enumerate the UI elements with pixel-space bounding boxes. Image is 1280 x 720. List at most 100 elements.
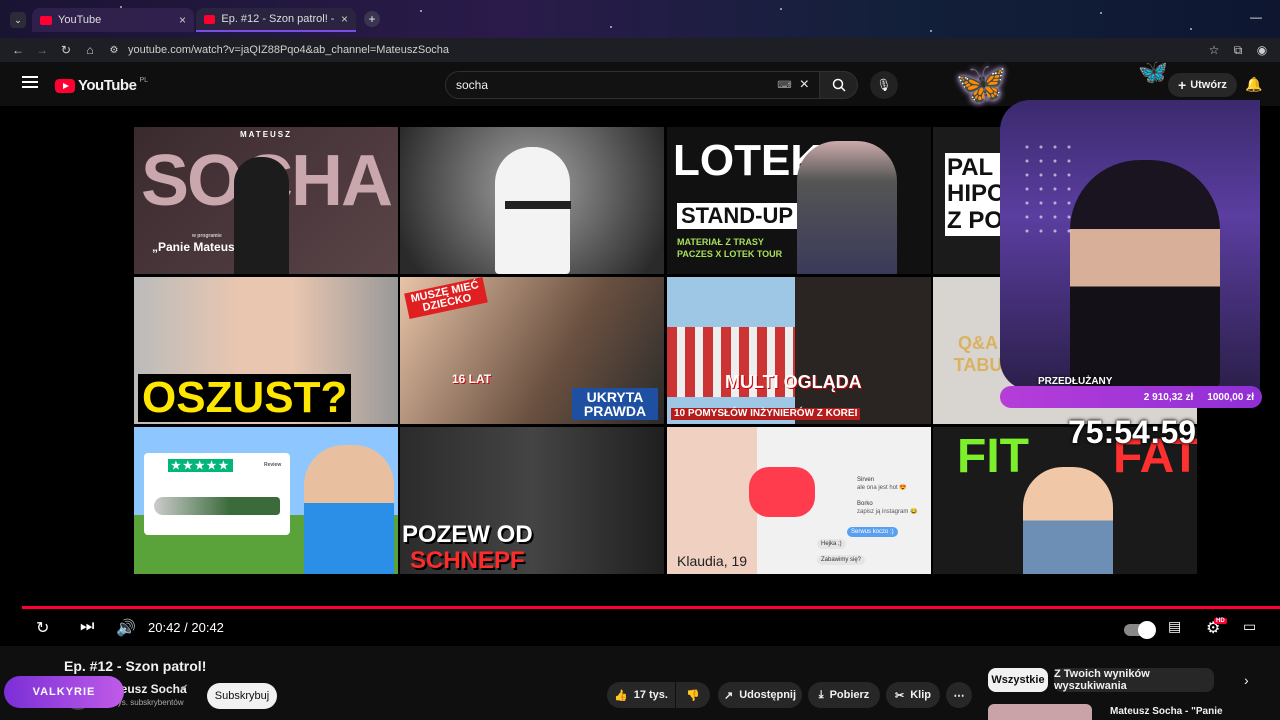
youtube-play-icon [55, 78, 75, 93]
share-label: Udostępnij [739, 689, 797, 701]
hd-badge: HD [1214, 618, 1227, 624]
thumb-small-text: Review [264, 462, 282, 468]
subathon-timer: 75:54:59 [1068, 414, 1197, 450]
thumb-sub-text: 10 POMYSŁÓW INŻYNIERÓW Z KOREI [671, 408, 861, 420]
endscreen-thumb-7[interactable]: MULTI OGLĄDA 10 POMYSŁÓW INŻYNIERÓW Z KO… [667, 277, 931, 424]
thumb-big-text: MULTI OGLĄDA [725, 372, 862, 392]
dislike-button[interactable]: 👎 [676, 682, 710, 708]
player-controls: ↻ ⏭ 🔊 20:42 / 20:42 ▤ ⚙ HD ▭ [0, 612, 1280, 646]
replay-icon[interactable]: ↻ [36, 618, 49, 638]
subtitles-icon[interactable]: ▤ [1168, 618, 1181, 635]
home-icon[interactable]: ⌂ [78, 43, 102, 57]
profile-icon[interactable]: ◉ [1250, 43, 1274, 57]
like-icon: 👍 [614, 689, 628, 702]
chip-all[interactable]: Wszystkie [988, 668, 1048, 692]
led-lights [1020, 140, 1080, 240]
search-button[interactable] [820, 71, 858, 99]
minimize-icon[interactable]: — [1250, 10, 1262, 24]
thumb-sub-text: MATERIAŁ Z TRASY PACZES X LOTEK TOUR [677, 237, 783, 259]
streamer-webcam [1000, 100, 1260, 390]
chat-bubble: Hejka ;) [817, 539, 846, 549]
download-button[interactable]: ⤓ Pobierz [808, 682, 880, 708]
close-tab-icon[interactable]: × [341, 12, 348, 26]
dislike-icon: 👎 [686, 689, 700, 702]
thumb-top-text: STAND-UP [677, 203, 798, 229]
search-value: socha [456, 78, 489, 92]
address-bar: ← → ↻ ⌂ ⚙ youtube.com/watch?v=jaQIZ88Pqo… [0, 38, 1280, 62]
next-item-thumb[interactable] [988, 704, 1092, 720]
endscreen-thumb-10[interactable]: POZEW OD SCHNEPF [400, 427, 664, 574]
chat-author: Sirven [857, 477, 875, 483]
close-tab-icon[interactable]: × [179, 13, 186, 27]
more-actions-button[interactable]: ⋯ [946, 682, 972, 708]
site-info-icon[interactable]: ⚙ [102, 45, 126, 56]
tab-title: YouTube [58, 14, 102, 26]
next-video-icon[interactable]: ⏭ [80, 618, 94, 636]
chip-label: Wszystkie [991, 674, 1045, 686]
logo-region: PL [139, 77, 148, 84]
youtube-logo[interactable]: YouTube PL [55, 77, 148, 94]
download-icon: ⤓ [818, 688, 824, 701]
tab-youtube[interactable]: YouTube × [32, 8, 194, 32]
person-figure [304, 445, 394, 574]
endscreen-thumb-9[interactable]: ★★★★★ Review [134, 427, 398, 574]
keyboard-icon[interactable]: ⌨ [777, 80, 791, 91]
endscreen-thumb-1[interactable]: MATEUSZ SOCHA w programie „Panie Mateusz… [134, 127, 398, 274]
browser-tab-bar: ⌄ YouTube × Ep. #12 - Szon patrol! - You… [0, 0, 1280, 38]
tab-video[interactable]: Ep. #12 - Szon patrol! - YouTube × [196, 8, 356, 32]
voice-search-icon[interactable]: 🎙 [870, 71, 898, 99]
clear-search-icon[interactable]: × [800, 76, 809, 94]
theater-mode-icon[interactable]: ▭ [1243, 618, 1256, 635]
censor-bar [505, 201, 571, 209]
thumb-top-text: MATEUSZ [239, 130, 293, 139]
youtube-favicon-icon [40, 15, 52, 25]
new-tab-button[interactable]: + [364, 11, 380, 27]
endscreen-thumb-3[interactable]: LOTEK STAND-UP MATERIAŁ Z TRASY PACZES X… [667, 127, 931, 274]
url-field[interactable]: youtube.com/watch?v=jaQIZ88Pqo4&ab_chann… [128, 44, 449, 56]
bookmark-star-icon[interactable]: ☆ [1202, 43, 1226, 57]
clip-button[interactable]: ✂ Klip [886, 682, 940, 708]
clip-label: Klip [910, 689, 931, 701]
endscreen-thumb-2[interactable] [400, 127, 664, 274]
video-progress-bar[interactable] [22, 606, 1280, 609]
tab-title: Ep. #12 - Szon patrol! - YouTube [221, 13, 335, 25]
autoplay-toggle[interactable] [1124, 621, 1156, 639]
back-icon[interactable]: ← [6, 43, 30, 57]
endscreen-thumb-6[interactable]: MUSZĘ MIEĆ DZIECKO 16 LAT UKRYTA PRAWDA [400, 277, 664, 424]
chip-from-search[interactable]: Z Twoich wyników wyszukiwania [1054, 668, 1214, 692]
create-button[interactable]: + Utwórz [1168, 73, 1237, 97]
reload-icon[interactable]: ↻ [54, 43, 78, 57]
person-figure [495, 147, 570, 274]
tab-search-icon[interactable]: ⌄ [10, 12, 26, 28]
endscreen-thumb-11[interactable]: Klaudia, 19 Sirven ale ona jest hot 😍 Bo… [667, 427, 931, 574]
verified-icon: ✔ [180, 683, 189, 694]
next-item-title[interactable]: Mateusz Socha - "Panie [1110, 706, 1223, 717]
share-button[interactable]: ↗ Udostępnij [718, 682, 802, 708]
chat-message: ale ona jest hot 😍 [857, 485, 907, 491]
plus-icon: + [1178, 77, 1187, 93]
forward-icon[interactable]: → [30, 43, 54, 57]
donation-right: 1000,00 zł [1207, 391, 1254, 403]
endscreen-thumb-5[interactable]: OSZUST? [134, 277, 398, 424]
thumb-big-text: Klaudia, 19 [677, 553, 748, 569]
create-label: Utwórz [1190, 79, 1227, 91]
thumb-big-text: UKRYTA PRAWDA [572, 388, 658, 420]
thumb-big-text: OSZUST? [138, 374, 352, 422]
discord-logo-icon [749, 467, 815, 517]
thumb-top-text: MUSZĘ MIEĆ DZIECKO [404, 277, 488, 320]
like-button[interactable]: 👍 17 tys. [607, 682, 675, 708]
chevron-right-icon[interactable]: › [1244, 672, 1249, 688]
butterfly-icon: 🦋 [1138, 59, 1168, 86]
search-input[interactable]: socha ⌨ × [445, 71, 820, 99]
scissors-icon: ✂ [895, 689, 905, 702]
volume-icon[interactable]: 🔊 [116, 618, 136, 638]
donation-left: 2 910,32 zł [1143, 391, 1194, 403]
thumb-big-text: Q&A TABU [953, 333, 1003, 375]
extensions-icon[interactable]: ⧉ [1226, 43, 1250, 58]
menu-icon[interactable] [22, 76, 38, 88]
video-title: Ep. #12 - Szon patrol! [64, 658, 207, 674]
notifications-bell-icon[interactable]: 🔔 [1245, 76, 1262, 93]
knife-image [154, 497, 280, 515]
youtube-favicon-icon [204, 14, 216, 24]
subscribe-button[interactable]: Subskrybuj [207, 683, 277, 709]
